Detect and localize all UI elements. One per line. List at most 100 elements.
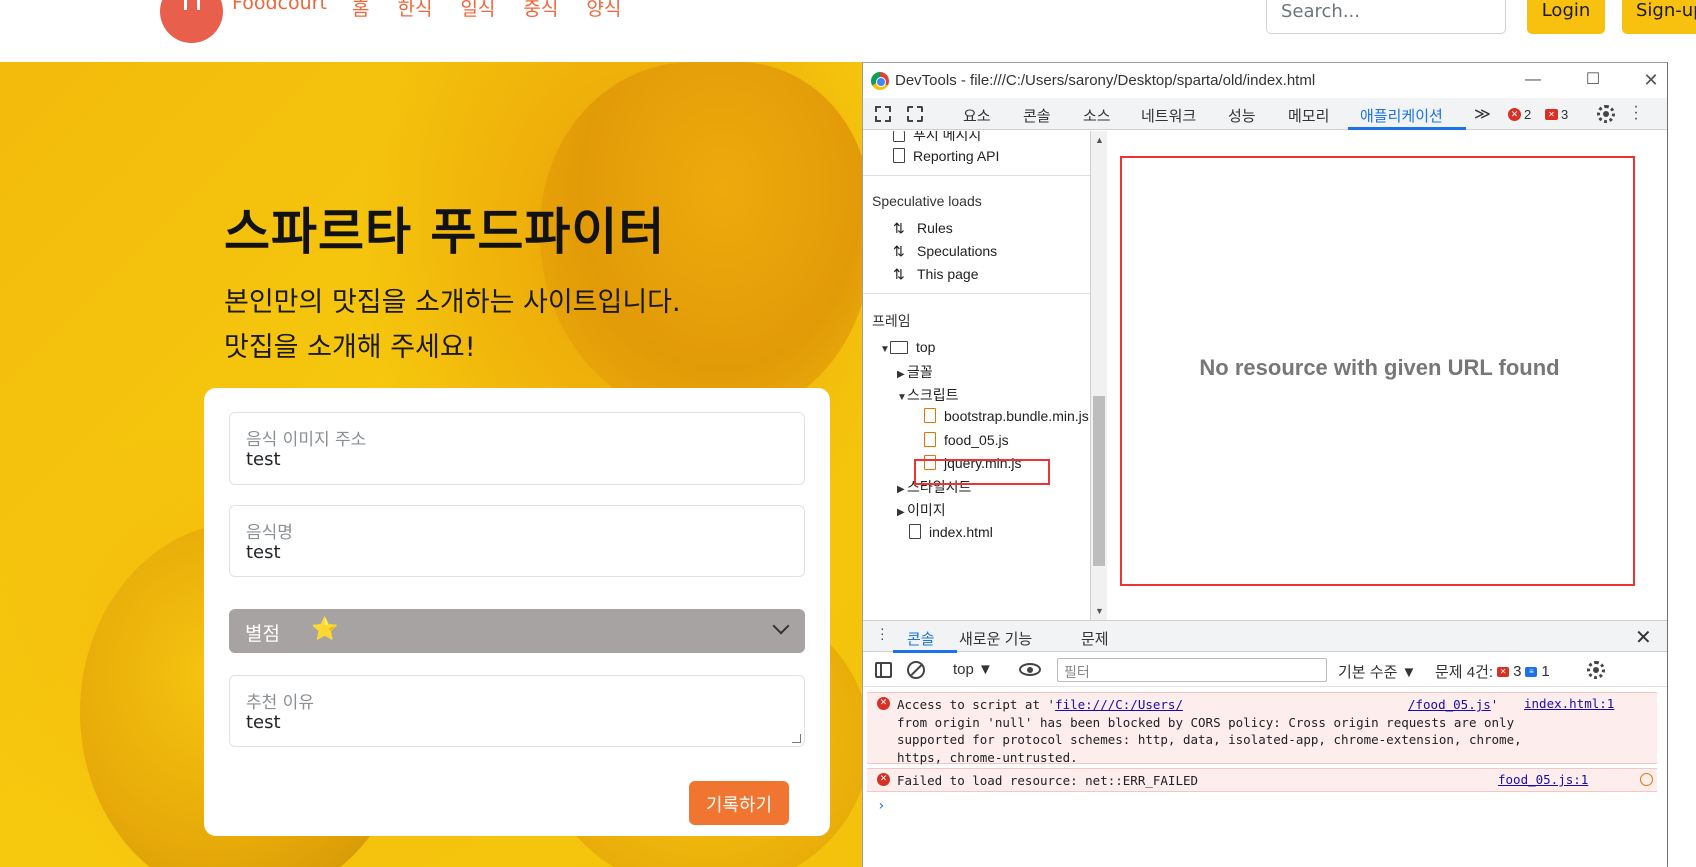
live-expression-eye-icon[interactable] <box>1019 663 1041 676</box>
cloud-icon <box>893 131 905 142</box>
chevron-down-icon[interactable] <box>772 617 790 635</box>
source-link-index-html[interactable]: index.html:1 <box>1524 696 1614 711</box>
nav-links: 홈 한식 일식 중식 양식 <box>352 0 621 21</box>
source-link-food-js[interactable]: food_05.js:1 <box>1498 772 1588 787</box>
food-name-value[interactable]: test <box>246 542 281 563</box>
console-messages: ✕ Access to script at 'file:///C:/Users/… <box>863 688 1667 867</box>
issues-counter[interactable]: 문제 4건: ✕ 3 ≡ 1 <box>1435 661 1550 682</box>
minimize-button[interactable]: — <box>1513 67 1553 93</box>
sidebar-item-bootstrap-js[interactable]: bootstrap.bundle.min.js <box>924 408 1089 424</box>
hero-subtitle-line-1: 본인만의 맛집을 소개하는 사이트입니다. <box>224 287 681 318</box>
console-settings-gear-icon[interactable] <box>1587 661 1605 679</box>
resize-handle-icon[interactable] <box>792 734 801 743</box>
tab-elements[interactable]: 요소 <box>963 105 991 126</box>
chrome-logo-icon <box>871 72 889 90</box>
devtools-titlebar: DevTools - file:///C:/Users/sarony/Deskt… <box>863 63 1667 98</box>
signup-button[interactable]: Sign-up <box>1622 0 1696 34</box>
tab-memory[interactable]: 메모리 <box>1288 105 1329 126</box>
sidebar-item-push[interactable]: 푸시 메시지 <box>893 131 981 145</box>
drawer-tab-console[interactable]: 콘솔 <box>907 628 935 649</box>
reason-textarea[interactable]: 추천 이유 test <box>229 675 805 747</box>
sidebar-item-index-html[interactable]: index.html <box>909 524 993 540</box>
issue-error-icon: ✕ <box>1497 666 1510 677</box>
nav-link-japanese[interactable]: 일식 <box>460 0 495 21</box>
console-filter-input[interactable]: 필터 <box>1057 658 1327 682</box>
scroll-down-icon[interactable]: ▼ <box>1095 606 1104 616</box>
highlight-box-message: No resource with given URL found <box>1120 156 1635 586</box>
scrollbar-thumb[interactable] <box>1093 396 1105 566</box>
sidebar-item-scripts[interactable]: ▼스크립트 <box>897 385 959 405</box>
sidebar-item-rules[interactable]: ⇅ Rules <box>893 220 953 237</box>
up-down-arrows-icon: ⇅ <box>893 243 905 259</box>
close-drawer-icon[interactable]: ✕ <box>1635 625 1652 650</box>
submit-button[interactable]: 기록하기 <box>689 781 789 825</box>
sidebar-item-images[interactable]: ▶ 이미지 <box>897 500 946 520</box>
sidebar-item-fonts[interactable]: ▶ 글꼴 <box>897 362 933 382</box>
more-tabs-icon[interactable]: ≫ <box>1474 104 1491 124</box>
food-name-field[interactable]: 음식명 test <box>229 505 805 577</box>
sidebar-vertical-scrollbar[interactable]: ▲ ▼ <box>1091 131 1107 620</box>
log-level-dropdown[interactable]: 기본 수준 ▼ <box>1338 661 1416 682</box>
caret-right-icon[interactable]: ▶ <box>897 507 907 518</box>
post-form-card: 음식 이미지 주소 test 음식명 test 별점 ⭐ 추천 이유 test … <box>204 388 830 836</box>
sidebar-item-reporting-api[interactable]: Reporting API <box>893 148 999 164</box>
settings-gear-icon[interactable] <box>1597 105 1615 123</box>
script-url-link-b[interactable]: /food_05.js <box>1408 697 1491 712</box>
nav-link-korean[interactable]: 한식 <box>397 0 432 21</box>
application-sidebar: 푸시 메시지 Reporting API Speculative loads ⇅… <box>863 131 1091 620</box>
issues-blue-count: 1 <box>1541 663 1550 680</box>
scroll-up-icon[interactable]: ▲ <box>1095 135 1104 145</box>
inspect-element-icon[interactable] <box>875 106 891 122</box>
error-counter[interactable]: ✕ 2 <box>1508 107 1531 122</box>
close-window-button[interactable]: ✕ <box>1631 67 1671 93</box>
rating-select[interactable]: 별점 ⭐ <box>229 609 805 653</box>
clear-console-icon[interactable] <box>907 661 925 679</box>
sidebar-item-frame-top[interactable]: ▼ top <box>880 339 935 355</box>
devtools-window: DevTools - file:///C:/Users/sarony/Deskt… <box>862 62 1668 867</box>
console-error-failed-load[interactable]: ✕ Failed to load resource: net::ERR_FAIL… <box>867 768 1657 792</box>
image-url-field[interactable]: 음식 이미지 주소 test <box>229 412 805 485</box>
logo-icon[interactable] <box>160 0 223 43</box>
sidebar-item-food-js[interactable]: food_05.js <box>924 432 1009 448</box>
caret-right-icon[interactable]: ▶ <box>897 369 907 380</box>
sidebar-item-this-page[interactable]: ⇅ This page <box>893 266 978 283</box>
tab-console[interactable]: 콘솔 <box>1023 105 1051 126</box>
search-input[interactable]: Search... <box>1266 0 1506 34</box>
issues-red-count: 3 <box>1513 663 1522 680</box>
show-sidebar-icon[interactable] <box>875 662 892 678</box>
nav-link-home[interactable]: 홈 <box>352 0 369 21</box>
console-prompt[interactable]: › <box>877 798 885 814</box>
error-icon: ✕ <box>877 773 890 786</box>
script-file-icon <box>924 432 936 447</box>
image-url-value[interactable]: test <box>246 449 281 470</box>
context-selector[interactable]: top ▼ <box>953 661 993 678</box>
application-main-panel: No resource with given URL found <box>1107 131 1667 620</box>
active-tab-indicator <box>1348 127 1466 130</box>
reason-value[interactable]: test <box>246 712 281 733</box>
caret-down-icon[interactable]: ▼ <box>897 392 907 403</box>
device-toolbar-icon[interactable] <box>907 106 923 122</box>
tab-sources[interactable]: 소스 <box>1083 105 1111 126</box>
network-request-icon[interactable] <box>1640 773 1653 786</box>
nav-link-chinese[interactable]: 중식 <box>523 0 558 21</box>
caret-right-icon[interactable]: ▶ <box>897 484 907 495</box>
drawer-menu-icon[interactable]: · · · <box>880 621 885 645</box>
maximize-button[interactable]: ☐ <box>1573 67 1613 93</box>
tab-performance[interactable]: 성능 <box>1228 105 1256 126</box>
issue-counter[interactable]: ✕ 3 <box>1545 107 1568 122</box>
hero-subtitle-line-2: 맛집을 소개해 주세요! <box>224 332 476 363</box>
drawer-tab-whats-new[interactable]: 새로운 기능 <box>959 628 1032 649</box>
tab-application[interactable]: 애플리케이션 <box>1360 105 1443 126</box>
more-options-icon[interactable]: · · · <box>1633 99 1639 127</box>
brand-name[interactable]: Foodcourt <box>232 0 327 14</box>
console-toolbar: top ▼ 필터 기본 수준 ▼ 문제 4건: ✕ 3 ≡ 1 <box>863 653 1667 687</box>
sidebar-item-speculations[interactable]: ⇅ Speculations <box>893 243 997 260</box>
console-error-cors[interactable]: ✕ Access to script at 'file:///C:/Users/… <box>867 692 1657 765</box>
nav-link-western[interactable]: 양식 <box>586 0 621 21</box>
caret-down-icon[interactable]: ▼ <box>880 344 890 355</box>
script-url-link-a[interactable]: file:///C:/Users/ <box>1055 697 1183 712</box>
section-speculative-loads: Speculative loads <box>872 193 982 209</box>
tab-network[interactable]: 네트워크 <box>1141 105 1196 126</box>
login-button[interactable]: Login <box>1527 0 1605 34</box>
drawer-tab-issues[interactable]: 문제 <box>1081 628 1109 649</box>
